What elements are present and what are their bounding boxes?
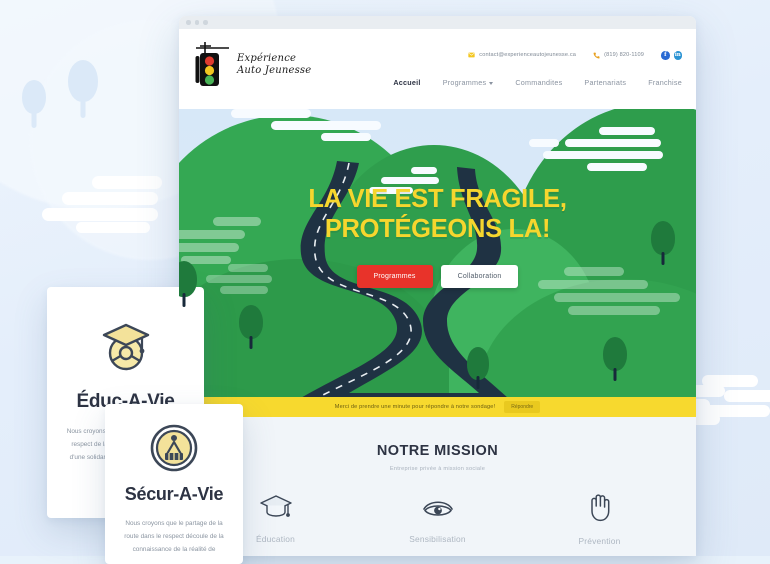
logo-line-2: Auto Jeunesse xyxy=(237,65,312,76)
mission-section: NOTRE MISSION Entreprise privée à missio… xyxy=(179,417,696,556)
nav-item-partenariats[interactable]: Partenariats xyxy=(584,78,626,87)
mail-icon xyxy=(468,52,475,58)
card-secu-body: Nous croyons que le partage de la route … xyxy=(124,520,224,554)
mission-title: NOTRE MISSION xyxy=(376,443,499,459)
logo-wordmark: Expérience Auto Jeunesse xyxy=(237,53,311,78)
nav-item-commandites[interactable]: Commandites xyxy=(515,78,562,87)
contact-phone-text: (819) 820-1109 xyxy=(604,52,644,59)
social-links: f in xyxy=(661,51,682,60)
hero-headline-line-1: LA VIE EST FRAGILE, xyxy=(308,185,567,213)
feature-education-label: Éducation xyxy=(255,534,296,544)
window-dot-close[interactable] xyxy=(186,20,191,25)
site-header: Expérience Auto Jeunesse contact@experie… xyxy=(179,29,696,109)
feature-prevention-label: Prévention xyxy=(578,536,621,546)
browser-window: Expérience Auto Jeunesse contact@experie… xyxy=(179,16,696,556)
site-logo[interactable]: Expérience Auto Jeunesse xyxy=(192,41,311,89)
hero-cloud xyxy=(509,127,689,175)
hero-section: LA VIE EST FRAGILE, PROTÉGEONS LA! Progr… xyxy=(179,109,696,397)
hero-cta-group: Programmes Collaboration xyxy=(179,264,696,288)
traffic-light-icon xyxy=(195,42,229,86)
bg-cloud xyxy=(42,176,192,234)
mission-features: Éducation Sensibilisation Prévention xyxy=(179,494,696,546)
survey-respond-button[interactable]: Répondre xyxy=(504,401,541,413)
chevron-down-icon xyxy=(489,81,494,85)
window-dot-minimize[interactable] xyxy=(194,20,199,25)
facebook-icon[interactable]: f xyxy=(661,51,670,60)
contact-email[interactable]: contact@experienceautojeunesse.ca xyxy=(468,52,576,58)
linkedin-icon[interactable]: in xyxy=(673,51,682,60)
mission-subtitle: Entreprise privée à mission sociale xyxy=(389,466,486,472)
hero-tree-icon xyxy=(603,337,627,381)
logo-line-1: Expérience xyxy=(237,52,297,64)
programmes-button[interactable]: Programmes xyxy=(356,264,433,288)
hand-stop-icon xyxy=(590,494,609,522)
graduation-cap-icon xyxy=(259,495,292,517)
collaboration-button[interactable]: Collaboration xyxy=(440,264,519,288)
seatbelt-badge-icon xyxy=(150,424,198,472)
contact-phone[interactable]: (819) 820-1109 xyxy=(593,52,644,59)
hero-headline-line-2: PROTÉGEONS LA! xyxy=(324,214,551,243)
nav-item-accueil[interactable]: Accueil xyxy=(393,78,420,87)
contact-email-text: contact@experienceautojeunesse.ca xyxy=(479,52,577,59)
feature-prevention[interactable]: Prévention xyxy=(558,494,642,546)
card-secu-title: Sécur-A-Vie xyxy=(124,484,224,504)
window-dot-maximize[interactable] xyxy=(203,20,208,25)
feature-education[interactable]: Éducation xyxy=(234,494,318,546)
bg-tree-icon xyxy=(22,80,46,128)
main-navigation: Accueil Programmes Commandites Partenari… xyxy=(393,78,682,87)
survey-banner: Merci de prendre une minute pour répondr… xyxy=(179,397,696,417)
phone-icon xyxy=(593,52,600,59)
hero-tree-icon xyxy=(239,305,263,349)
hero-headline: LA VIE EST FRAGILE, PROTÉGEONS LA! xyxy=(179,185,696,245)
bg-tree-icon xyxy=(68,60,98,118)
card-secur-a-vie[interactable]: Sécur-A-Vie Nous croyons que le partage … xyxy=(105,404,243,564)
eye-icon xyxy=(422,501,453,516)
graduation-cap-steering-wheel-icon xyxy=(102,323,149,371)
feature-sensibilisation[interactable]: Sensibilisation xyxy=(396,494,480,546)
hero-tree-icon xyxy=(467,347,489,389)
nav-item-franchise[interactable]: Franchise xyxy=(648,78,682,87)
hero-content: LA VIE EST FRAGILE, PROTÉGEONS LA! Progr… xyxy=(179,185,696,288)
header-contact-bar: contact@experienceautojeunesse.ca (819) … xyxy=(468,51,682,60)
survey-message: Merci de prendre une minute pour répondr… xyxy=(334,404,496,410)
nav-item-programmes[interactable]: Programmes xyxy=(443,78,494,87)
hero-cloud xyxy=(211,109,401,143)
browser-titlebar xyxy=(179,16,696,29)
feature-sensibilisation-label: Sensibilisation xyxy=(409,534,466,544)
card-secu-icon-wrap xyxy=(105,424,243,472)
